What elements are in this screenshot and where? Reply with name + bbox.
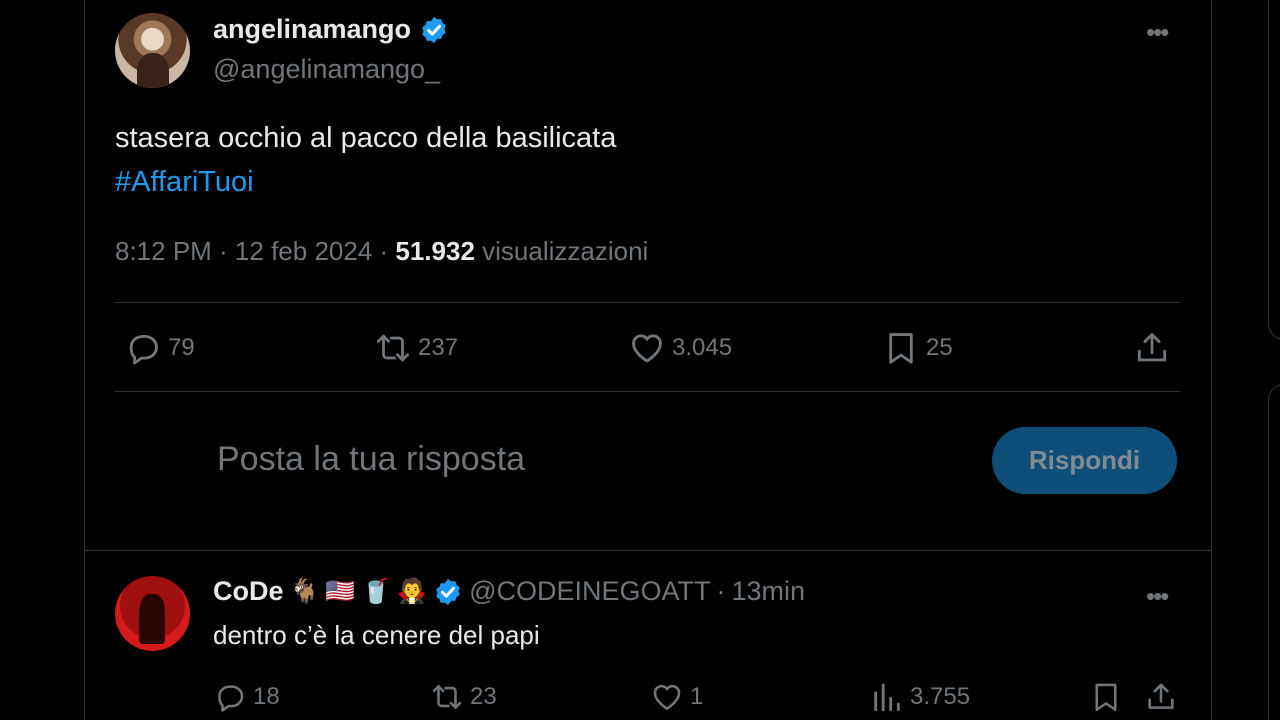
views-chart-icon [874, 683, 900, 712]
tweet-detail-page: angelinamango @angelinamango_ ••• staser… [0, 0, 1280, 720]
us-flag-emoji: 🇺🇸 [325, 578, 356, 605]
verified-badge-icon [436, 578, 460, 605]
reply-bookmark-action[interactable] [1089, 680, 1123, 714]
bookmark-count: 25 [926, 334, 953, 361]
reply-views-action[interactable]: 3.755 [870, 680, 970, 714]
reply-repost-action[interactable]: 23 [430, 680, 497, 714]
more-options-icon[interactable]: ••• [1146, 583, 1169, 609]
share-action[interactable] [1133, 330, 1171, 366]
reply-bubble-icon [129, 335, 158, 365]
reply-count: 79 [168, 334, 195, 361]
separator-dot: · [716, 576, 726, 606]
sidebar-card-edge [1268, 384, 1280, 720]
section-divider [84, 550, 1212, 551]
reply-like-count: 1 [690, 683, 704, 710]
reply-header: CoDe 🐐 🇺🇸 🥤 🧛 @CODEINEGOATT · 13min [213, 576, 805, 607]
reply-reply-count: 18 [253, 683, 280, 710]
share-icon [1137, 333, 1167, 362]
share-icon [1148, 683, 1174, 709]
tweet-text: stasera occhio al pacco della basilicata [115, 122, 617, 154]
reply-like-action[interactable]: 1 [650, 680, 703, 714]
sidebar-card-edge [1268, 0, 1280, 340]
vampire-emoji: 🧛 [397, 578, 428, 605]
author-handle[interactable]: @angelinamango_ [213, 54, 440, 85]
like-count: 3.045 [672, 334, 733, 361]
author-display-name[interactable]: angelinamango [213, 14, 449, 45]
tweet-timestamp[interactable]: 8:12 PM · 12 feb 2024 · [115, 236, 395, 266]
goat-emoji: 🐐 [289, 578, 320, 605]
author-name-text: angelinamango [213, 14, 412, 44]
more-options-icon[interactable]: ••• [1146, 19, 1178, 45]
verified-badge-icon [422, 16, 446, 43]
divider [115, 302, 1180, 303]
reply-author-name[interactable]: CoDe [213, 576, 284, 607]
views-count: 51.932 [395, 236, 475, 266]
bookmark-icon [889, 333, 913, 364]
heart-icon [632, 334, 662, 363]
reply-repost-count: 23 [470, 683, 497, 710]
bookmark-icon [1095, 683, 1117, 712]
repost-icon [377, 334, 409, 362]
composer-avatar [115, 430, 175, 490]
repost-action[interactable]: 237 [374, 330, 458, 366]
views-label: visualizzazioni [474, 236, 649, 266]
reply-author-handle[interactable]: @CODEINEGOATT [469, 576, 710, 607]
hashtag-link[interactable]: #AffariTuoi [115, 162, 254, 202]
reply-input[interactable]: Posta la tua risposta [217, 440, 525, 479]
reply-reply-action[interactable]: 18 [213, 680, 280, 714]
column-border-left [84, 0, 85, 720]
reply-bubble-icon [218, 685, 244, 712]
repost-count: 237 [418, 334, 459, 361]
like-action[interactable]: 3.045 [628, 330, 732, 366]
reply-views-count: 3.755 [910, 683, 971, 710]
reply-share-action[interactable] [1144, 680, 1178, 714]
repost-icon [432, 685, 462, 709]
divider [115, 391, 1180, 392]
cup-emoji: 🥤 [361, 578, 392, 605]
tweet-meta: 8:12 PM · 12 feb 2024 · 51.932 visualizz… [115, 236, 648, 267]
column-border-right [1211, 0, 1212, 720]
reply-action[interactable]: 79 [124, 330, 195, 366]
reply-submit-button[interactable]: Rispondi [992, 427, 1177, 494]
reply-text: dentro c’è la cenere del papi [213, 620, 540, 650]
reply-timestamp[interactable]: 13min [732, 576, 806, 607]
bookmark-action[interactable]: 25 [882, 330, 953, 366]
heart-icon [653, 684, 681, 710]
author-avatar[interactable] [115, 13, 190, 88]
reply-author-avatar[interactable] [115, 576, 190, 651]
